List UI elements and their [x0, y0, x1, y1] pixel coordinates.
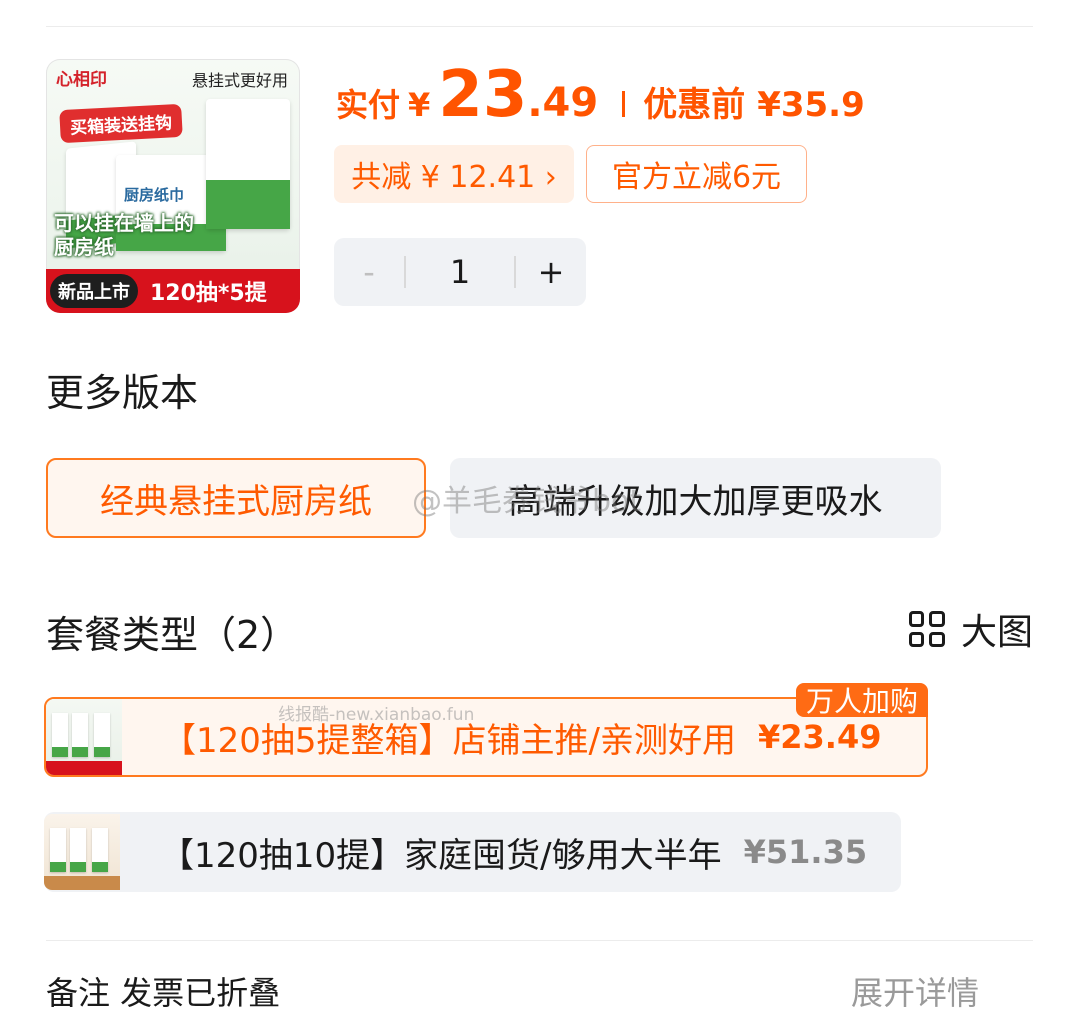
- top-divider: [46, 26, 1033, 27]
- large-image-toggle[interactable]: 大图: [908, 606, 1033, 653]
- product-image[interactable]: 心相印 悬挂式更好用 买箱装送挂钩 厨房纸巾 可以挂在墙上的 厨房纸 新品上市 …: [46, 59, 300, 313]
- remark-label: 备注 发票已折叠: [46, 974, 281, 1012]
- price-row: 实付 ¥ 23 .49 优惠前 ¥35.9: [336, 58, 865, 138]
- image-caption: 可以挂在墙上的 厨房纸: [54, 211, 194, 259]
- expand-details-link[interactable]: 展开详情: [851, 968, 979, 1014]
- paid-label: 实付: [336, 86, 401, 124]
- image-spec: 120抽*5提: [150, 281, 267, 306]
- price-decimal: .49: [527, 80, 599, 126]
- new-product-badge: 新品上市: [50, 274, 138, 308]
- package-option-5-packs[interactable]: 【120抽5提整箱】店铺主推/亲测好用 ¥23.49 万人加购: [44, 683, 928, 777]
- package-thumbnail: [46, 699, 122, 775]
- price-before-label: 优惠前: [643, 85, 746, 125]
- currency-symbol: ¥: [408, 86, 431, 124]
- quantity-value[interactable]: 1: [404, 238, 516, 306]
- package-price: ¥51.35: [743, 833, 868, 871]
- price-before-value: ¥35.9: [757, 85, 865, 125]
- versions-title: 更多版本: [46, 371, 199, 415]
- price-integer: 23: [438, 58, 528, 132]
- image-tagline: 悬挂式更好用: [191, 71, 288, 90]
- price-separator: [622, 91, 626, 117]
- large-image-label: 大图: [960, 612, 1033, 653]
- version-option-premium[interactable]: 高端升级加大加厚更吸水: [450, 458, 941, 538]
- increase-button[interactable]: +: [516, 238, 586, 306]
- package-name: 【120抽10提】家庭囤货/够用大半年: [160, 835, 722, 876]
- box-label: 厨房纸巾: [124, 185, 185, 204]
- package-option-10-packs[interactable]: 【120抽10提】家庭囤货/够用大半年 ¥51.35: [44, 812, 901, 892]
- image-promo-tag: 买箱装送挂钩: [59, 103, 183, 144]
- product-box-right: [206, 99, 290, 229]
- total-discount-chip[interactable]: 共减 ¥ 12.41 ›: [334, 145, 574, 203]
- packages-title: 套餐类型（2）: [46, 613, 299, 657]
- site-watermark: 线报酷-new.xianbao.fun: [278, 705, 475, 725]
- image-bottom-bar: 新品上市 120抽*5提: [46, 269, 300, 313]
- package-price: ¥23.49: [757, 718, 882, 756]
- brand-logo: 心相印: [56, 70, 107, 90]
- package-thumbnail: [44, 814, 120, 890]
- popular-badge: 万人加购: [795, 683, 928, 718]
- quantity-stepper: - 1 +: [334, 238, 586, 306]
- grid-view-icon: [908, 611, 945, 647]
- remark-row[interactable]: 备注 发票已折叠 展开详情: [46, 968, 1033, 1012]
- version-option-classic[interactable]: 经典悬挂式厨房纸: [46, 458, 426, 538]
- decrease-button[interactable]: -: [334, 238, 404, 306]
- bottom-divider: [46, 940, 1033, 941]
- official-discount-chip: 官方立减6元: [586, 145, 807, 203]
